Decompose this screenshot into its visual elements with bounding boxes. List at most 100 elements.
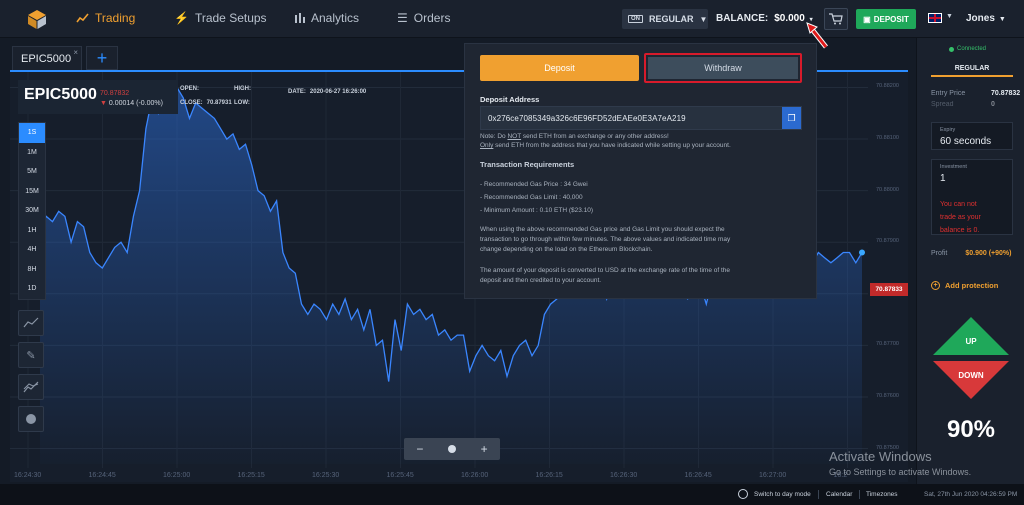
modal-deposit-tab[interactable]: Deposit [480, 55, 639, 81]
plus-icon: + [96, 47, 108, 68]
expiry-field[interactable]: Expiry 60 seconds [931, 122, 1013, 150]
deposit-address-label: Deposit Address [480, 95, 540, 104]
investment-label: Investment [940, 164, 967, 170]
zoom-reset-dot[interactable] [448, 445, 456, 453]
timeframe-15m[interactable]: 15M [19, 182, 45, 202]
tab-epic5000[interactable]: EPIC5000 × [12, 46, 82, 70]
asset-header: EPIC5000 70.87832 ▼ 0.00014 (-0.00%) [18, 80, 178, 114]
copy-icon: ❐ [787, 112, 796, 123]
add-protection-button[interactable]: + Add protection [931, 281, 998, 290]
y-tick-label: 70.88000 [876, 186, 899, 193]
date-value: 2020-06-27 16:26:00 [309, 89, 367, 95]
footer-divider [818, 490, 819, 499]
circle-icon [26, 414, 36, 424]
pen-icon: ✎ [26, 349, 36, 362]
y-tick-label: 70.88100 [876, 135, 899, 142]
asset-price: 70.87832 [100, 90, 130, 97]
asset-name: EPIC5000 [24, 86, 97, 103]
x-tick-label: 16:25:00 [163, 472, 191, 479]
note-not: NOT [507, 133, 522, 140]
profit-row: Profit $0.900 (+90%) [931, 250, 1011, 257]
indicator-icon [23, 381, 39, 393]
timeframe-8h[interactable]: 8H [19, 260, 45, 280]
deposit-button-label: DEPOSIT [873, 14, 909, 24]
y-tick-label: 70.88200 [876, 83, 899, 90]
info-paragraph-2-l2: deposit and then credited to your accoun… [480, 277, 602, 284]
requirement-gas-limit: - Recommended Gas Limit : 40,000 [480, 194, 583, 201]
zoom-out-button[interactable]: − [416, 442, 423, 456]
chevron-down-icon: ▼ [699, 14, 708, 24]
account-mode-dropdown[interactable]: ON REGULAR ▼ [622, 9, 708, 29]
language-chevron-icon[interactable]: ▼ [946, 13, 953, 20]
timeframe-5m[interactable]: 5M [19, 162, 45, 182]
investment-field[interactable]: Investment 1 You can not trade as your b… [931, 159, 1013, 235]
profit-label: Profit [931, 250, 948, 257]
nav-trade-setups[interactable]: ⚡ Trade Setups [174, 11, 267, 25]
investment-value[interactable]: 1 [940, 173, 946, 184]
x-tick-label: 16:25:30 [312, 472, 340, 479]
calendar-link[interactable]: Calendar [826, 491, 852, 498]
connection-status: Connected [949, 46, 986, 52]
chart-type-tool[interactable] [18, 310, 44, 336]
timeframe-1d[interactable]: 1D [19, 279, 45, 299]
note-text-end: send ETH from an exchange or any other a… [521, 133, 669, 140]
timezones-link[interactable]: Timezones [866, 491, 898, 498]
x-tick-label: 16:26:15 [535, 472, 563, 479]
up-button[interactable]: UP [933, 317, 1009, 355]
timeframe-1h[interactable]: 1H [19, 221, 45, 241]
expiry-value: 60 seconds [940, 136, 992, 147]
sun-icon[interactable] [738, 489, 748, 499]
copy-button[interactable]: ❐ [782, 107, 801, 129]
modal-withdraw-highlight: Withdraw [644, 53, 802, 83]
timeframe-1s[interactable]: 1S [19, 123, 45, 143]
deposit-address-value: 0x276ce7085349a326c6E96FD52dEAEe0E3A7eA2… [488, 114, 686, 123]
low-info: LOW: [234, 100, 254, 106]
timeframe-panel: 1S 1M 5M 15M 30M 1H 4H 8H 1D [18, 122, 46, 300]
close-icon[interactable]: × [73, 48, 78, 57]
balance[interactable]: BALANCE: $0.000 ▾ [716, 13, 813, 24]
date-info: DATE: 2020-06-27 16:26:00 [288, 89, 366, 95]
info-paragraph-2-l1: The amount of your deposit is converted … [480, 267, 731, 274]
timeframe-30m[interactable]: 30M [19, 201, 45, 221]
deposit-button[interactable]: ▣ DEPOSIT [856, 9, 916, 29]
indicator-tool[interactable] [18, 374, 44, 400]
low-label: LOW: [234, 100, 250, 106]
deposit-address-field[interactable]: 0x276ce7085349a326c6E96FD52dEAEe0E3A7eA2… [480, 106, 802, 130]
nav-orders[interactable]: ☰ Orders [397, 11, 450, 25]
x-tick-label: 16:26:00 [461, 472, 489, 479]
top-bar: Trading ⚡ Trade Setups Analytics ☰ Order… [0, 0, 1024, 38]
y-tick-label: 70.87700 [876, 341, 899, 348]
balance-error: You can not trade as your balance is 0. [940, 198, 981, 237]
uk-flag-icon[interactable] [928, 13, 942, 23]
zoom-in-button[interactable]: + [481, 442, 488, 456]
requirement-gas-price: - Recommended Gas Price : 34 Gwei [480, 181, 588, 188]
record-tool[interactable] [18, 406, 44, 432]
nav-analytics-label: Analytics [311, 11, 360, 25]
entry-price-row: Entry Price 70.87832 [931, 90, 1020, 97]
high-info: HIGH: [234, 86, 255, 92]
connection-label: Connected [957, 46, 987, 52]
draw-tool[interactable]: ✎ [18, 342, 44, 368]
timeframe-4h[interactable]: 4H [19, 240, 45, 260]
add-tab-button[interactable]: + [86, 46, 118, 70]
info-paragraph-1-l1: When using the above recommended Gas pri… [480, 226, 725, 233]
user-menu[interactable]: Jones ▼ [966, 13, 1006, 24]
y-tick-label: 70.87900 [876, 238, 899, 245]
down-button[interactable]: DOWN [933, 361, 1009, 399]
day-mode-toggle[interactable]: Switch to day mode [754, 491, 811, 498]
status-dot-icon [949, 46, 954, 52]
note-line-2: Only send ETH from the address that you … [480, 141, 731, 151]
logo-icon[interactable] [26, 8, 48, 30]
x-tick-label: 16:27:00 [759, 472, 787, 479]
nav-analytics[interactable]: Analytics [295, 11, 359, 25]
high-label: HIGH: [234, 86, 251, 92]
y-tick-label: 70.87600 [876, 392, 899, 399]
x-tick-label: 16:24:30 [14, 472, 42, 479]
info-paragraph-1-l3: change depending on the load on the Ethe… [480, 246, 653, 253]
user-chevron-icon: ▼ [998, 16, 1006, 23]
asset-change-value: 0.00014 (-0.00%) [108, 100, 163, 107]
timeframe-1m[interactable]: 1M [19, 143, 45, 163]
nav-trading[interactable]: Trading [76, 11, 135, 25]
modal-withdraw-tab[interactable]: Withdraw [648, 57, 798, 79]
down-triangle-icon: ▼ [100, 100, 107, 107]
